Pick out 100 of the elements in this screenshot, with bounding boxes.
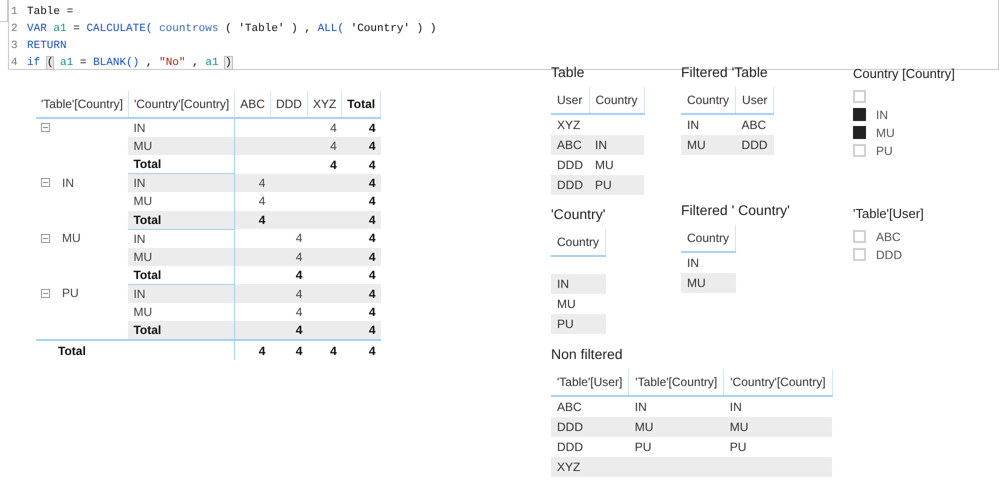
row-header: MU — [128, 192, 235, 211]
checkbox-label[interactable]: MU — [876, 124, 895, 142]
collapse-icon[interactable] — [41, 178, 50, 188]
table-cell: 4 — [342, 210, 381, 230]
table-cell: 4 — [342, 229, 381, 248]
table-cell: ABC — [736, 114, 774, 135]
table-cell: 4 — [342, 174, 381, 192]
line-number: 1 — [11, 5, 19, 20]
table-cell: 4 — [270, 340, 308, 360]
column-header[interactable]: 'Country'[Country] — [128, 91, 235, 118]
column-header[interactable]: ABC — [234, 91, 270, 118]
table-cell: 4 — [307, 118, 342, 137]
row-header: MU — [128, 137, 235, 156]
code-line: if ( a1 = BLANK() , "No" , a1 ) — [27, 56, 232, 71]
table-cell: 4 — [342, 284, 381, 303]
table-cell: 4 — [342, 137, 381, 156]
row-header: IN — [128, 229, 235, 248]
code-line: VAR a1 = CALCULATE( countrows ( 'Table' ) , ALL( 'Country' ) ) — [27, 22, 436, 37]
table-cell: 4 — [270, 302, 308, 322]
table-cell: ABC — [551, 135, 589, 155]
visual-title: Non filtered — [551, 345, 624, 364]
panel-frame — [0, 0, 8, 22]
visual-title: Filtered ' Country' — [681, 201, 790, 220]
checkbox-label[interactable]: PU — [876, 142, 893, 160]
table-cell: MU — [628, 417, 724, 437]
collapse-icon[interactable] — [41, 234, 50, 243]
table-cell: 4 — [342, 321, 381, 340]
table-cell: IN — [681, 114, 736, 135]
table-cell: PU — [628, 437, 724, 457]
row-header: MU — [128, 302, 235, 322]
row-header: Total — [128, 321, 235, 340]
row-header: Total — [128, 210, 235, 230]
table-cell: PU — [551, 314, 606, 334]
table-cell: 4 — [342, 118, 381, 137]
checkbox[interactable] — [853, 126, 866, 139]
column-header[interactable]: DDD — [270, 91, 308, 118]
table-cell: 4 — [270, 266, 308, 284]
table-cell: DDD — [551, 175, 589, 195]
row-header: MU — [128, 248, 235, 266]
collapse-icon[interactable] — [41, 123, 50, 132]
table-cell: 4 — [342, 248, 381, 266]
column-header[interactable]: Country — [681, 225, 736, 252]
table-cell: IN — [724, 396, 832, 417]
row-header: PU — [62, 285, 79, 302]
visual-title: 'Country' — [551, 205, 606, 224]
table-cell: 4 — [270, 248, 308, 266]
table-cell: 4 — [342, 302, 381, 322]
table-cell: MU — [589, 155, 644, 175]
column-header[interactable]: Total — [342, 91, 381, 118]
visual-title: 'Table'[User] — [853, 205, 924, 223]
table-cell: 4 — [234, 210, 270, 230]
table-cell: DDD — [551, 417, 629, 437]
column-header[interactable]: 'Country'[Country] — [724, 369, 832, 396]
checkbox[interactable] — [853, 108, 866, 121]
column-header[interactable]: Country — [589, 87, 644, 114]
table-cell: 4 — [342, 155, 381, 174]
table-cell: DDD — [551, 155, 589, 175]
table-cell: IN — [628, 396, 724, 417]
table-cell: ABC — [551, 396, 629, 417]
row-header: MU — [62, 230, 81, 248]
table-cell: PU — [724, 437, 832, 457]
column-header[interactable]: 'Table'[Country] — [628, 369, 724, 396]
table-cell: 4 — [307, 137, 342, 156]
table-cell: PU — [589, 175, 644, 195]
column-header[interactable]: User — [736, 87, 774, 114]
code-line: RETURN — [27, 39, 67, 54]
table-cell: MU — [724, 417, 832, 437]
table-cell: 4 — [270, 284, 308, 303]
collapse-icon[interactable] — [41, 288, 50, 298]
table-cell: MU — [551, 294, 606, 314]
table-cell: 4 — [270, 229, 308, 248]
table-cell: IN — [589, 135, 644, 155]
column-header[interactable]: 'Table'[Country] — [36, 91, 128, 118]
row-header: Total — [36, 340, 128, 360]
row-header: IN — [128, 284, 235, 303]
table-cell: 4 — [342, 266, 381, 284]
table-cell: 4 — [234, 340, 270, 360]
table-cell: XYZ — [551, 114, 589, 135]
column-header[interactable]: Country — [681, 87, 736, 114]
table-cell: 4 — [234, 174, 270, 192]
table-cell: MU — [681, 273, 736, 293]
checkbox-label[interactable]: IN — [876, 106, 888, 124]
table-cell: XYZ — [551, 457, 629, 477]
row-header: Total — [128, 266, 235, 284]
checkbox-label[interactable]: ABC — [876, 228, 901, 246]
table-cell: MU — [681, 135, 736, 155]
table-cell: 4 — [307, 155, 342, 174]
row-header: IN — [128, 118, 235, 137]
checkbox-label[interactable]: DDD — [876, 246, 902, 264]
table-cell: DDD — [551, 437, 629, 457]
table-cell: IN — [681, 252, 736, 273]
table-cell: DDD — [736, 135, 774, 155]
table-cell-text: 4 — [368, 193, 377, 210]
column-header[interactable]: Country — [551, 229, 606, 256]
table-cell: 4 — [342, 340, 381, 360]
column-header[interactable]: 'Table'[User] — [551, 369, 629, 396]
column-header[interactable]: User — [551, 87, 589, 114]
line-number: 4 — [11, 56, 19, 71]
column-header[interactable]: XYZ — [307, 91, 342, 118]
line-number: 2 — [11, 22, 19, 37]
